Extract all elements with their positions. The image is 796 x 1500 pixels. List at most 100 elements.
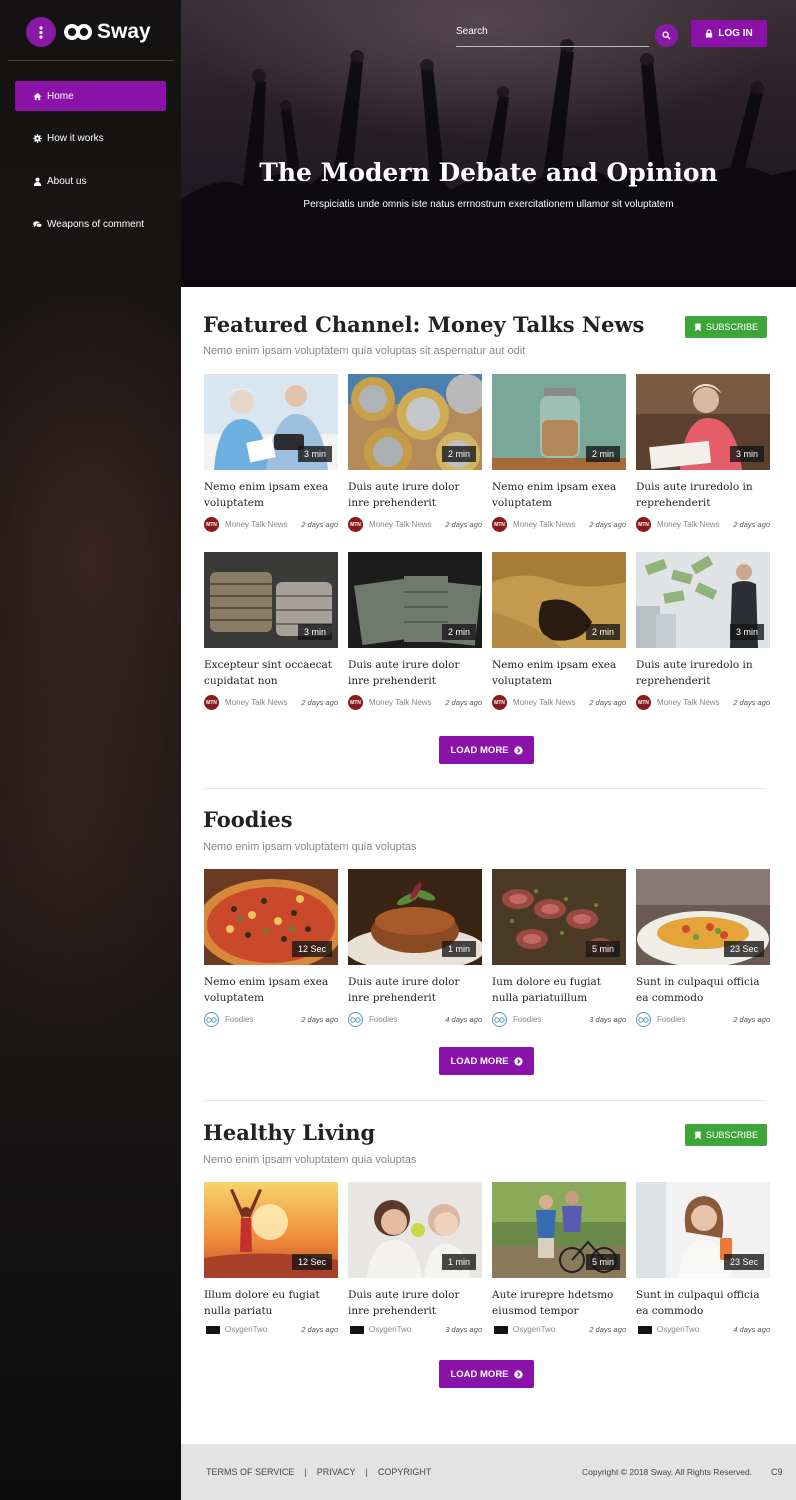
video-card[interactable]: 12 Sec Nemo enim ipsam exea voluptatem F…: [204, 869, 338, 1027]
load-more-button[interactable]: LOAD MORE: [439, 1360, 534, 1388]
video-card[interactable]: 2 min Duis aute irure dolor inre prehend…: [348, 374, 482, 532]
channel-name[interactable]: Foodies: [369, 1015, 445, 1024]
video-card[interactable]: 5 min Ium dolore eu fugiat nulla pariatu…: [492, 869, 626, 1027]
video-card[interactable]: 2 min Duis aute irure dolor inre prehend…: [348, 552, 482, 710]
card-title[interactable]: Nemo enim ipsam exea voluptatem: [492, 480, 626, 511]
video-card[interactable]: 23 Sec Sunt in culpaqui officia ea commo…: [636, 1182, 770, 1334]
foodies-avatar-icon[interactable]: [492, 1012, 507, 1027]
video-thumbnail[interactable]: 1 min: [348, 1182, 482, 1278]
video-card[interactable]: 3 min Duis aute iruredolo in reprehender…: [636, 374, 770, 532]
video-card[interactable]: 3 min Excepteur sint occaecat cupidatat …: [204, 552, 338, 710]
video-card[interactable]: 2 min Nemo enim ipsam exea voluptatem MT…: [492, 552, 626, 710]
login-button[interactable]: LOG IN: [691, 20, 767, 47]
channel-name[interactable]: Money Talk News: [657, 520, 733, 529]
load-more-button[interactable]: LOAD MORE: [439, 1047, 534, 1075]
channel-name[interactable]: Money Talk News: [225, 520, 301, 529]
video-thumbnail[interactable]: 1 min: [348, 869, 482, 965]
video-thumbnail[interactable]: 3 min: [204, 552, 338, 648]
search-button[interactable]: [655, 24, 678, 47]
card-title[interactable]: Illum dolore eu fugiat nulla pariatu: [204, 1288, 338, 1319]
channel-avatar[interactable]: MTN: [636, 517, 651, 532]
video-thumbnail[interactable]: 3 min: [636, 374, 770, 470]
card-title[interactable]: Duis aute iruredolo in reprehenderit: [636, 480, 770, 511]
channel-name[interactable]: OxygenTwo: [369, 1325, 445, 1334]
foodies-avatar-icon[interactable]: [636, 1012, 651, 1027]
channel-avatar[interactable]: MTN: [348, 695, 363, 710]
card-meta: OxygenTwo 4 days ago: [636, 1325, 770, 1334]
card-title[interactable]: Duis aute irure dolor inre prehenderit: [348, 1288, 482, 1319]
card-title[interactable]: Duis aute irure dolor inre prehenderit: [348, 975, 482, 1006]
channel-name[interactable]: OxygenTwo: [513, 1325, 589, 1334]
video-thumbnail[interactable]: 3 min: [636, 552, 770, 648]
sidebar-item-how-it-works[interactable]: How it works: [15, 124, 166, 154]
card-title[interactable]: Duis aute irure dolor inre prehenderit: [348, 480, 482, 511]
channel-name[interactable]: Money Talk News: [657, 698, 733, 707]
channel-name[interactable]: Foodies: [513, 1015, 589, 1024]
card-title[interactable]: Nemo enim ipsam exea voluptatem: [204, 975, 338, 1006]
card-title[interactable]: Nemo enim ipsam exea voluptatem: [204, 480, 338, 511]
search-input[interactable]: Search: [456, 26, 488, 37]
subscribe-button[interactable]: SUBSCRIBE: [685, 1124, 767, 1146]
video-thumbnail[interactable]: 5 min: [492, 869, 626, 965]
sidebar-item-weapons-of-comment[interactable]: Weapons of comment: [15, 209, 166, 239]
video-card[interactable]: 3 min Nemo enim ipsam exea voluptatem MT…: [204, 374, 338, 532]
sidebar-item-about-us[interactable]: About us: [15, 166, 166, 196]
video-thumbnail[interactable]: 23 Sec: [636, 1182, 770, 1278]
oxygentwo-logo-icon[interactable]: [350, 1325, 364, 1334]
video-thumbnail[interactable]: 2 min: [348, 374, 482, 470]
footer-link-privacy[interactable]: PRIVACY: [317, 1467, 356, 1477]
card-title[interactable]: Duis aute irure dolor inre prehenderit: [348, 658, 482, 689]
channel-name[interactable]: OxygenTwo: [225, 1325, 301, 1334]
subscribe-button[interactable]: SUBSCRIBE: [685, 316, 767, 338]
video-thumbnail[interactable]: 23 Sec: [636, 869, 770, 965]
card-title[interactable]: Nemo enim ipsam exea voluptatem: [492, 658, 626, 689]
video-card[interactable]: 23 Sec Sunt in culpaqui officia ea commo…: [636, 869, 770, 1027]
channel-name[interactable]: Foodies: [225, 1015, 301, 1024]
footer-link-copyright[interactable]: COPYRIGHT: [378, 1467, 432, 1477]
sidebar-item-home[interactable]: Home: [15, 81, 166, 111]
channel-avatar[interactable]: MTN: [636, 695, 651, 710]
channel-avatar[interactable]: MTN: [204, 517, 219, 532]
video-card[interactable]: 12 Sec Illum dolore eu fugiat nulla pari…: [204, 1182, 338, 1334]
card-meta: Foodies 4 days ago: [348, 1012, 482, 1027]
video-card[interactable]: 3 min Duis aute iruredolo in reprehender…: [636, 552, 770, 710]
oxygentwo-logo-icon[interactable]: [638, 1325, 652, 1334]
oxygentwo-logo-icon[interactable]: [206, 1325, 220, 1334]
channel-name[interactable]: Money Talk News: [369, 698, 445, 707]
video-card[interactable]: 5 min Aute irurepre hdetsmo eiusmod temp…: [492, 1182, 626, 1334]
video-thumbnail[interactable]: 12 Sec: [204, 869, 338, 965]
video-card[interactable]: 1 min Duis aute irure dolor inre prehend…: [348, 1182, 482, 1334]
oxygentwo-logo-icon[interactable]: [494, 1325, 508, 1334]
logo[interactable]: Sway: [26, 17, 151, 47]
channel-name[interactable]: Money Talk News: [513, 520, 589, 529]
card-title[interactable]: Aute irurepre hdetsmo eiusmod tempor: [492, 1288, 626, 1319]
video-card[interactable]: 1 min Duis aute irure dolor inre prehend…: [348, 869, 482, 1027]
channel-avatar[interactable]: MTN: [492, 695, 507, 710]
card-title[interactable]: Sunt in culpaqui officia ea commodo: [636, 975, 770, 1006]
channel-name[interactable]: Foodies: [657, 1015, 733, 1024]
video-card[interactable]: 2 min Nemo enim ipsam exea voluptatem MT…: [492, 374, 626, 532]
channel-avatar[interactable]: MTN: [204, 695, 219, 710]
card-title[interactable]: Ium dolore eu fugiat nulla pariatuillum: [492, 975, 626, 1006]
foodies-avatar-icon[interactable]: [348, 1012, 363, 1027]
video-thumbnail[interactable]: 3 min: [204, 374, 338, 470]
video-thumbnail[interactable]: 2 min: [348, 552, 482, 648]
card-title[interactable]: Duis aute iruredolo in reprehenderit: [636, 658, 770, 689]
card-title[interactable]: Sunt in culpaqui officia ea commodo: [636, 1288, 770, 1319]
channel-name[interactable]: Money Talk News: [225, 698, 301, 707]
channel-name[interactable]: OxygenTwo: [657, 1325, 733, 1334]
channel-name[interactable]: Money Talk News: [369, 520, 445, 529]
footer-link-terms[interactable]: TERMS OF SERVICE: [206, 1467, 294, 1477]
load-more-button[interactable]: LOAD MORE: [439, 736, 534, 764]
channel-avatar[interactable]: MTN: [348, 517, 363, 532]
video-thumbnail[interactable]: 5 min: [492, 1182, 626, 1278]
channel-avatar[interactable]: MTN: [492, 517, 507, 532]
video-thumbnail[interactable]: 2 min: [492, 374, 626, 470]
video-thumbnail[interactable]: 12 Sec: [204, 1182, 338, 1278]
card-title[interactable]: Excepteur sint occaecat cupidatat non: [204, 658, 338, 689]
video-thumbnail[interactable]: 2 min: [492, 552, 626, 648]
menu-toggle-button[interactable]: [26, 17, 56, 47]
card-meta: MTN Money Talk News 2 days ago: [492, 695, 626, 710]
foodies-avatar-icon[interactable]: [204, 1012, 219, 1027]
channel-name[interactable]: Money Talk News: [513, 698, 589, 707]
